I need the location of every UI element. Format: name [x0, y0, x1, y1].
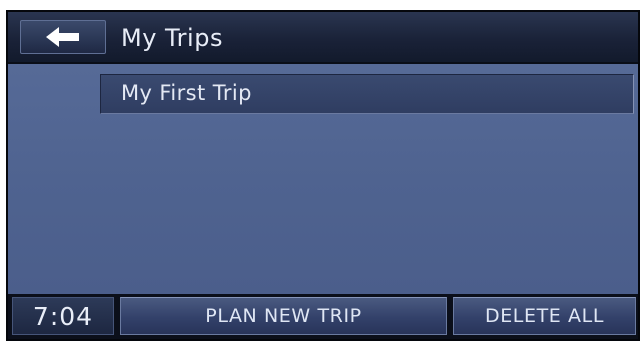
back-button[interactable] [20, 20, 106, 54]
list-item-trip[interactable]: My First Trip [100, 74, 634, 114]
header-bar: My Trips [8, 12, 638, 64]
footer-bar: 7:04 PLAN NEW TRIP DELETE ALL [8, 294, 638, 339]
left-arrow-icon [46, 27, 80, 47]
page-title: My Trips [121, 24, 223, 52]
plan-new-trip-button[interactable]: PLAN NEW TRIP [120, 297, 447, 335]
trip-label: My First Trip [121, 81, 252, 105]
delete-all-button[interactable]: DELETE ALL [453, 297, 636, 335]
nav-screen: My Trips My First Trip 7:04 PLAN NEW TRI… [6, 10, 640, 341]
trip-list: My First Trip [8, 64, 638, 294]
clock-display: 7:04 [12, 297, 114, 335]
